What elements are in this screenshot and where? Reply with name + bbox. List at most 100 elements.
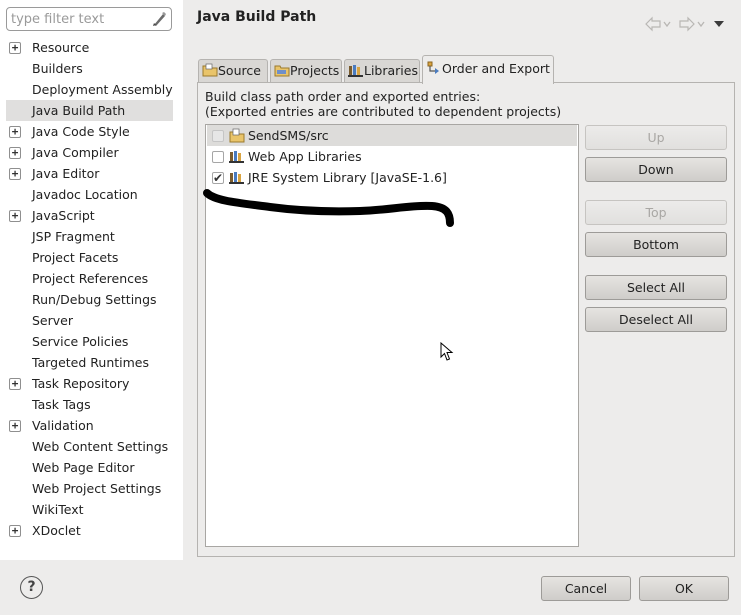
sidebar-item-label: Deployment Assembly — [32, 82, 173, 97]
sidebar-item-java-build-path[interactable]: Java Build Path — [6, 100, 173, 121]
sidebar-item-label: Validation — [32, 418, 94, 433]
sidebar-item-project-facets[interactable]: Project Facets — [0, 247, 183, 268]
list-item-sendsms-src[interactable]: SendSMS/src — [207, 125, 577, 146]
export-checkbox[interactable]: ✔ — [212, 171, 224, 185]
history-nav — [645, 16, 724, 32]
forward-icon[interactable] — [679, 16, 705, 32]
entry-label: JRE System Library [JavaSE-1.6] — [248, 170, 447, 185]
expand-icon[interactable]: + — [9, 147, 21, 159]
sidebar-item-xdoclet[interactable]: + XDoclet — [0, 520, 183, 541]
down-button[interactable]: Down — [585, 157, 727, 182]
preferences-sidebar: + Resource Builders Deployment Assembly Java… — [0, 0, 183, 560]
sidebar-item-label: Web Page Editor — [32, 460, 135, 475]
expand-icon[interactable]: + — [9, 168, 21, 180]
sidebar-item-label: Web Project Settings — [32, 481, 162, 496]
sidebar-item-java-compiler[interactable]: + Java Compiler — [0, 142, 183, 163]
sidebar-item-web-page-editor[interactable]: Web Page Editor — [0, 457, 183, 478]
sidebar-item-resource[interactable]: + Resource — [0, 37, 183, 58]
sidebar-item-label: Javadoc Location — [32, 187, 138, 202]
filter-input[interactable] — [11, 10, 147, 28]
library-icon — [229, 151, 244, 163]
checkmark-icon: ✔ — [213, 171, 224, 185]
tab-projects[interactable]: Projects — [270, 59, 342, 83]
sidebar-item-label: JSP Fragment — [32, 229, 115, 244]
classpath-entries-list: SendSMS/src Web App Libraries ✔ JRE Syst… — [205, 124, 579, 547]
list-item-web-app-libraries[interactable]: Web App Libraries — [207, 146, 577, 167]
export-checkbox[interactable] — [212, 151, 224, 163]
sidebar-item-label: Service Policies — [32, 334, 129, 349]
sidebar-item-label: Java Code Style — [32, 124, 130, 139]
view-menu-icon[interactable] — [714, 21, 724, 27]
sidebar-item-label: Task Repository — [32, 376, 130, 391]
select-all-button[interactable]: Select All — [585, 275, 727, 300]
up-button[interactable]: Up — [585, 125, 727, 150]
tab-label: Projects — [290, 63, 340, 78]
sidebar-item-run-debug-settings[interactable]: Run/Debug Settings — [0, 289, 183, 310]
library-icon — [229, 172, 244, 184]
sidebar-item-task-repository[interactable]: + Task Repository — [0, 373, 183, 394]
top-button[interactable]: Top — [585, 200, 727, 225]
sidebar-item-label: Project References — [32, 271, 149, 286]
description-line-2: (Exported entries are contributed to dep… — [205, 104, 562, 119]
entry-label: SendSMS/src — [248, 128, 329, 143]
expand-icon[interactable]: + — [9, 525, 21, 537]
sidebar-item-label: WikiText — [32, 502, 84, 517]
sidebar-item-java-code-style[interactable]: + Java Code Style — [0, 121, 183, 142]
sidebar-item-web-project-settings[interactable]: Web Project Settings — [0, 478, 183, 499]
deselect-all-button[interactable]: Deselect All — [585, 307, 727, 332]
sidebar-item-deployment-assembly[interactable]: Deployment Assembly — [0, 79, 183, 100]
tab-order-and-export[interactable]: Order and Export — [422, 55, 554, 84]
back-icon[interactable] — [645, 16, 671, 32]
sidebar-item-label: Java Build Path — [32, 103, 126, 118]
tab-label: Libraries — [364, 63, 418, 78]
sidebar-item-label: Java Compiler — [32, 145, 119, 160]
ok-button[interactable]: OK — [639, 576, 729, 601]
sidebar-item-builders[interactable]: Builders — [0, 58, 183, 79]
sidebar-item-javascript[interactable]: + JavaScript — [0, 205, 183, 226]
list-item-jre-system-library[interactable]: ✔ JRE System Library [JavaSE-1.6] — [207, 167, 577, 188]
sidebar-item-wikitext[interactable]: WikiText — [0, 499, 183, 520]
sidebar-item-project-references[interactable]: Project References — [0, 268, 183, 289]
sidebar-item-label: Run/Debug Settings — [32, 292, 157, 307]
source-folder-icon — [229, 128, 245, 143]
sidebar-item-server[interactable]: Server — [0, 310, 183, 331]
sidebar-item-label: Task Tags — [32, 397, 91, 412]
tab-libraries[interactable]: Libraries — [344, 59, 420, 83]
export-checkbox — [212, 130, 224, 142]
sidebar-item-label: Server — [32, 313, 73, 328]
sidebar-item-label: Web Content Settings — [32, 439, 169, 454]
sidebar-item-targeted-runtimes[interactable]: Targeted Runtimes — [0, 352, 183, 373]
sidebar-item-label: Targeted Runtimes — [32, 355, 149, 370]
sidebar-item-label: JavaScript — [32, 208, 95, 223]
entry-label: Web App Libraries — [248, 149, 362, 164]
order-export-icon — [427, 61, 439, 74]
expand-icon[interactable]: + — [9, 126, 21, 138]
cancel-button[interactable]: Cancel — [541, 576, 631, 601]
sidebar-item-jsp-fragment[interactable]: JSP Fragment — [0, 226, 183, 247]
expand-icon[interactable]: + — [9, 420, 21, 432]
sidebar-item-label: XDoclet — [32, 523, 81, 538]
sidebar-item-task-tags[interactable]: Task Tags — [0, 394, 183, 415]
sidebar-item-java-editor[interactable]: + Java Editor — [0, 163, 183, 184]
description-line-1: Build class path order and exported entr… — [205, 89, 481, 104]
tab-source[interactable]: Source — [198, 59, 268, 83]
clear-filter-icon[interactable] — [151, 11, 167, 27]
filter-box — [6, 7, 172, 31]
bottom-button[interactable]: Bottom — [585, 232, 727, 257]
expand-icon[interactable]: + — [9, 378, 21, 390]
expand-icon[interactable]: + — [9, 42, 21, 54]
source-folder-icon — [202, 63, 218, 77]
libraries-icon — [348, 65, 363, 77]
sidebar-item-javadoc-location[interactable]: Javadoc Location — [0, 184, 183, 205]
mouse-pointer-icon — [440, 342, 454, 361]
expand-icon[interactable]: + — [9, 210, 21, 222]
sidebar-item-service-policies[interactable]: Service Policies — [0, 331, 183, 352]
sidebar-item-label: Java Editor — [32, 166, 100, 181]
sidebar-item-validation[interactable]: + Validation — [0, 415, 183, 436]
sidebar-item-label: Resource — [32, 40, 90, 55]
sidebar-item-label: Project Facets — [32, 250, 119, 265]
sidebar-item-web-content-settings[interactable]: Web Content Settings — [0, 436, 183, 457]
tab-label: Order and Export — [442, 61, 550, 76]
help-icon[interactable]: ? — [20, 576, 43, 599]
projects-icon — [274, 65, 290, 77]
